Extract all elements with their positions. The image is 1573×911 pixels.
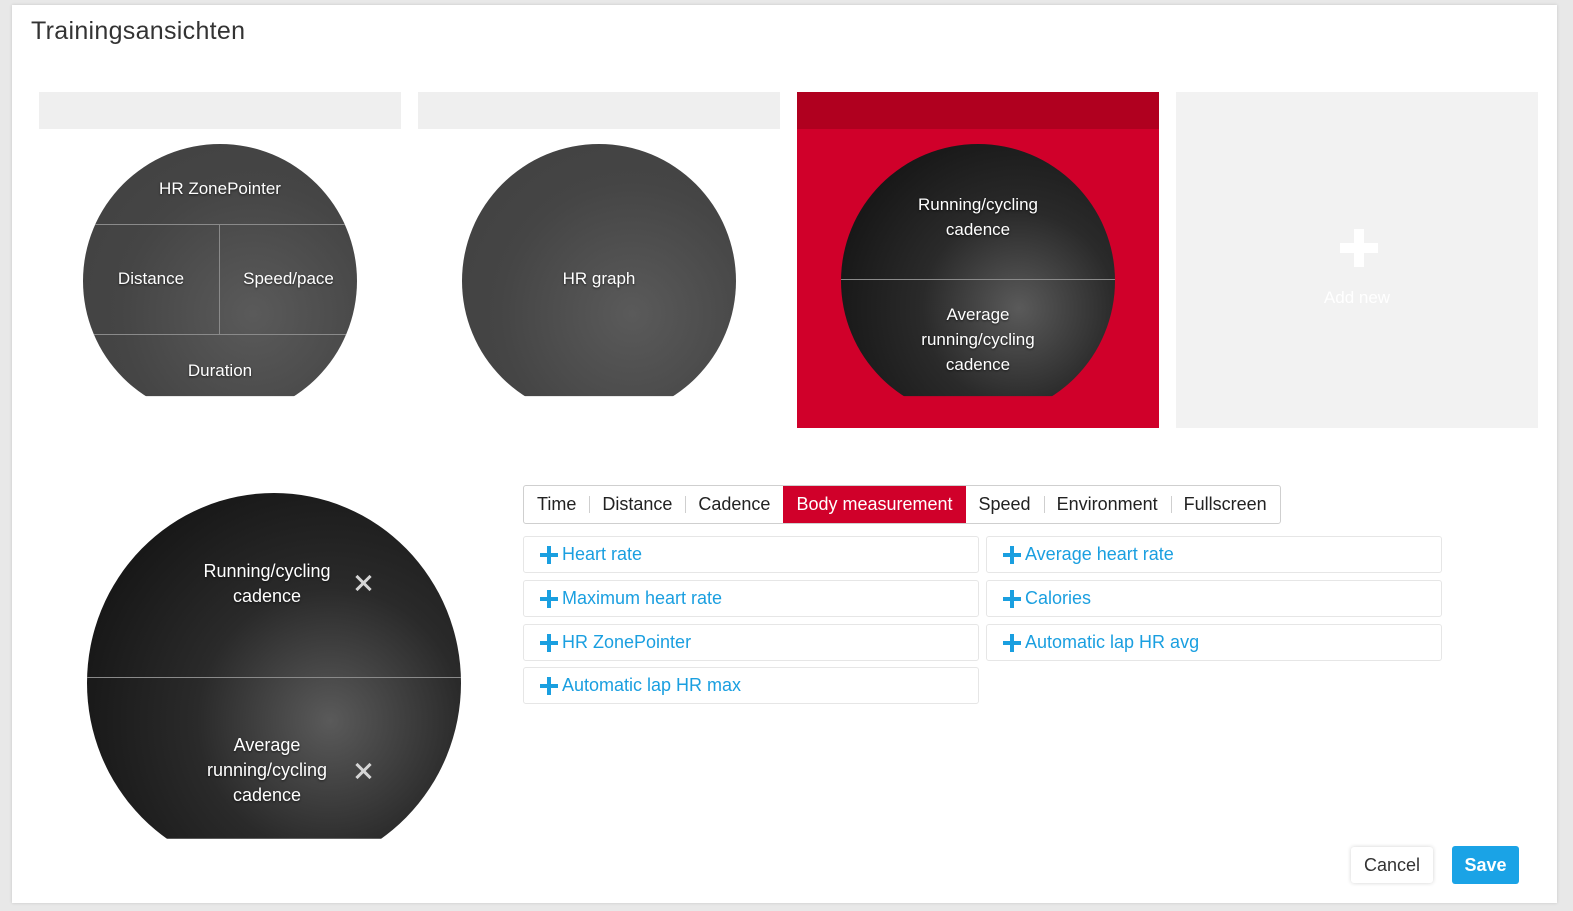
add-field-automatic-lap-hr-avg[interactable]: Automatic lap HR avg	[986, 624, 1442, 661]
category-tabs: Time Distance Cadence Body measurement S…	[523, 485, 1281, 524]
field-label: Distance	[117, 269, 185, 288]
close-icon[interactable]	[353, 573, 373, 593]
field-option-label: Calories	[1025, 588, 1092, 608]
add-field-maximum-heart-rate[interactable]: Maximum heart rate	[523, 580, 979, 617]
plus-icon	[1340, 229, 1378, 267]
tab-time[interactable]: Time	[524, 486, 589, 523]
plus-icon	[1003, 633, 1021, 652]
tab-fullscreen[interactable]: Fullscreen	[1170, 486, 1280, 523]
view-header	[39, 92, 401, 129]
field-option-label: Automatic lap HR max	[562, 675, 742, 695]
field-option-label: Heart rate	[562, 544, 643, 564]
editor-field-top-label: Running/cycling cadence	[203, 561, 331, 606]
field-option-label: Average heart rate	[1025, 544, 1174, 564]
watch-face-preview: HR graph	[462, 144, 736, 397]
training-views-panel: Trainingsansichten HR ZonePointer Distan…	[12, 5, 1557, 903]
save-button[interactable]: Save	[1452, 846, 1519, 884]
field-option-label: Maximum heart rate	[562, 588, 723, 608]
plus-icon	[1003, 545, 1021, 564]
add-new-label: Add new	[1323, 288, 1391, 307]
editor-field-bottom-label: Average running/cycling cadence	[206, 735, 328, 805]
add-field-average-heart-rate[interactable]: Average heart rate	[986, 536, 1442, 573]
add-field-heart-rate[interactable]: Heart rate	[523, 536, 979, 573]
field-label: Running/cycling cadence	[917, 195, 1038, 239]
training-view-3[interactable]: Running/cycling cadence Average running/…	[797, 92, 1159, 428]
add-field-automatic-lap-hr-max[interactable]: Automatic lap HR max	[523, 667, 979, 704]
tab-environment[interactable]: Environment	[1043, 486, 1171, 523]
add-field-calories[interactable]: Calories	[986, 580, 1442, 617]
training-view-1[interactable]: HR ZonePointer Distance Speed/pace Durat…	[39, 92, 401, 428]
watch-face-preview: HR ZonePointer Distance Speed/pace Durat…	[83, 144, 357, 397]
field-label: Duration	[187, 361, 253, 380]
tab-distance[interactable]: Distance	[589, 486, 685, 523]
add-new-view-button[interactable]: Add new	[1176, 92, 1538, 428]
field-label: HR ZonePointer	[159, 179, 281, 198]
divider	[841, 279, 1115, 280]
divider	[83, 334, 357, 335]
plus-icon	[540, 676, 558, 695]
plus-icon	[540, 589, 558, 608]
watch-face-preview: Running/cycling cadence Average running/…	[841, 144, 1115, 397]
field-option-label: HR ZonePointer	[562, 632, 692, 652]
training-view-2[interactable]: HR graph	[418, 92, 780, 428]
tab-body-measurement[interactable]: Body measurement	[783, 486, 966, 523]
tab-cadence[interactable]: Cadence	[685, 486, 783, 523]
field-label: HR graph	[562, 269, 636, 288]
field-option-label: Automatic lap HR avg	[1025, 632, 1200, 652]
divider	[83, 224, 357, 225]
plus-icon	[540, 633, 558, 652]
plus-icon	[540, 545, 558, 564]
tab-speed[interactable]: Speed	[966, 486, 1044, 523]
divider	[87, 677, 461, 678]
editor-watch-face: Running/cycling cadence Average running/…	[87, 493, 461, 839]
cancel-button[interactable]: Cancel	[1351, 847, 1433, 883]
page-title: Trainingsansichten	[31, 17, 246, 45]
field-label: Speed/pace	[243, 269, 334, 288]
field-label: Average running/cycling cadence	[921, 305, 1035, 374]
add-field-hr-zonepointer[interactable]: HR ZonePointer	[523, 624, 979, 661]
close-icon[interactable]	[353, 761, 373, 781]
plus-icon	[1003, 589, 1021, 608]
view-header	[797, 92, 1159, 129]
view-header	[418, 92, 780, 129]
